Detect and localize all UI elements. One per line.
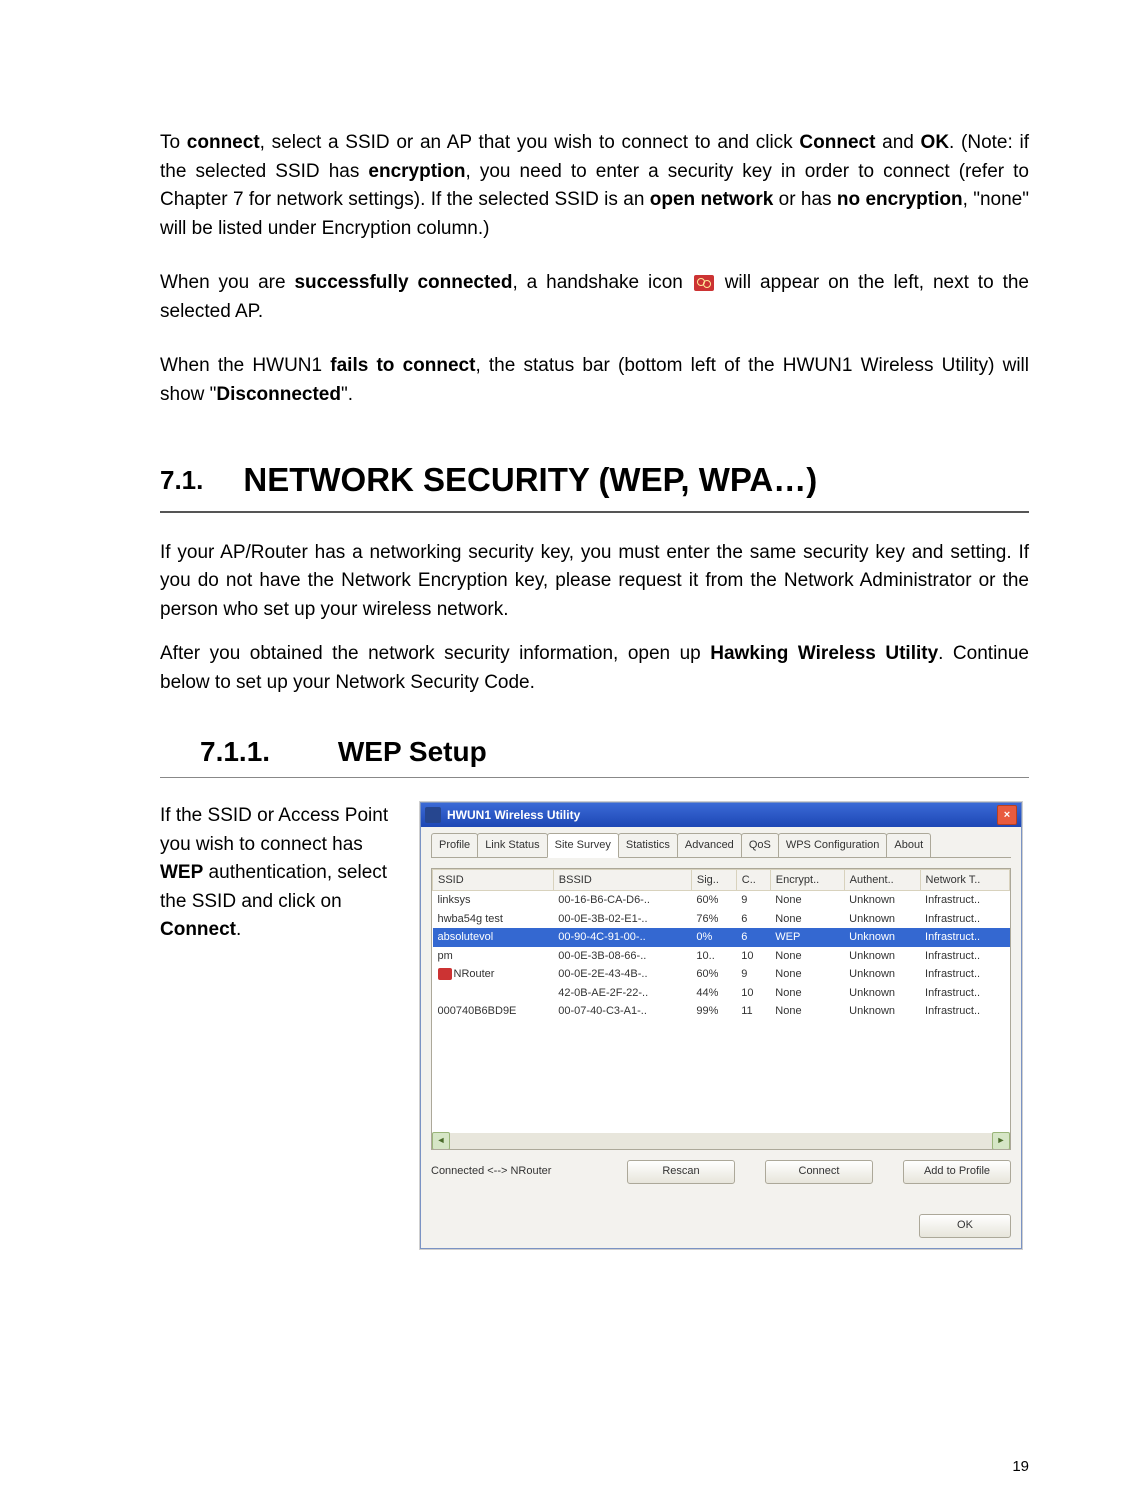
tab-about[interactable]: About: [886, 833, 931, 857]
col-channel[interactable]: C..: [736, 869, 770, 891]
subsection-heading: 7.1.1. WEP Setup: [160, 731, 1029, 778]
paragraph-fail: When the HWUN1 fails to connect, the sta…: [160, 352, 1029, 409]
add-to-profile-button[interactable]: Add to Profile: [903, 1160, 1011, 1184]
col-ssid[interactable]: SSID: [433, 869, 554, 891]
ok-button[interactable]: OK: [919, 1214, 1011, 1238]
status-text: Connected <--> NRouter: [431, 1163, 597, 1180]
subsection-number: 7.1.1.: [200, 736, 270, 767]
subsection-title: WEP Setup: [338, 736, 487, 767]
tab-wps[interactable]: WPS Configuration: [778, 833, 888, 857]
rescan-button[interactable]: Rescan: [627, 1160, 735, 1184]
table-row[interactable]: 000740B6BD9E00-07-40-C3-A1-..99%11NoneUn…: [433, 1002, 1010, 1021]
close-icon[interactable]: ×: [997, 805, 1017, 825]
col-bssid[interactable]: BSSID: [553, 869, 691, 891]
table-row[interactable]: absolutevol00-90-4C-91-00-..0%6WEPUnknow…: [433, 928, 1010, 947]
paragraph-connect: To connect, select a SSID or an AP that …: [160, 129, 1029, 243]
paragraph-security-intro: If your AP/Router has a networking secur…: [160, 539, 1029, 625]
section-number: 7.1.: [160, 455, 203, 505]
tab-advanced[interactable]: Advanced: [677, 833, 742, 857]
page-number: 19: [1012, 1458, 1029, 1475]
tab-profile[interactable]: Profile: [431, 833, 478, 857]
col-sig[interactable]: Sig..: [691, 869, 736, 891]
connect-button[interactable]: Connect: [765, 1160, 873, 1184]
dialog-title: HWUN1 Wireless Utility: [447, 806, 997, 824]
table-row[interactable]: linksys00-16-B6-CA-D6-..60%9NoneUnknownI…: [433, 891, 1010, 910]
dialog-titlebar[interactable]: HWUN1 Wireless Utility ×: [421, 803, 1021, 827]
col-authent[interactable]: Authent..: [844, 869, 920, 891]
tab-strip: Profile Link Status Site Survey Statisti…: [431, 833, 1011, 858]
tab-statistics[interactable]: Statistics: [618, 833, 678, 857]
handshake-icon: [438, 968, 452, 980]
scroll-right-icon[interactable]: ►: [992, 1132, 1010, 1150]
paragraph-open-utility: After you obtained the network security …: [160, 640, 1029, 697]
table-row[interactable]: pm00-0E-3B-08-66-..10..10NoneUnknownInfr…: [433, 947, 1010, 966]
app-icon: [425, 807, 441, 823]
tab-site-survey[interactable]: Site Survey: [547, 833, 619, 858]
network-list[interactable]: SSID BSSID Sig.. C.. Encrypt.. Authent..…: [431, 868, 1011, 1150]
table-row[interactable]: hwba54g test00-0E-3B-02-E1-..76%6NoneUnk…: [433, 910, 1010, 929]
horizontal-scrollbar[interactable]: ◄ ►: [432, 1133, 1010, 1149]
handshake-icon: [694, 275, 714, 291]
table-row[interactable]: 42-0B-AE-2F-22-..44%10NoneUnknownInfrast…: [433, 984, 1010, 1003]
scroll-left-icon[interactable]: ◄: [432, 1132, 450, 1150]
tab-qos[interactable]: QoS: [741, 833, 779, 857]
wireless-utility-dialog: HWUN1 Wireless Utility × Profile Link St…: [420, 802, 1022, 1249]
section-title: NETWORK SECURITY (WEP, WPA…): [243, 455, 817, 505]
col-encrypt[interactable]: Encrypt..: [770, 869, 844, 891]
col-network-type[interactable]: Network T..: [920, 869, 1009, 891]
wep-instructions: If the SSID or Access Point you wish to …: [160, 802, 400, 945]
table-row[interactable]: NRouter00-0E-2E-43-4B-..60%9NoneUnknownI…: [433, 965, 1010, 984]
section-heading: 7.1. NETWORK SECURITY (WEP, WPA…): [160, 455, 1029, 513]
tab-link-status[interactable]: Link Status: [477, 833, 547, 857]
paragraph-success: When you are successfully connected, a h…: [160, 269, 1029, 326]
list-header-row[interactable]: SSID BSSID Sig.. C.. Encrypt.. Authent..…: [433, 869, 1010, 891]
